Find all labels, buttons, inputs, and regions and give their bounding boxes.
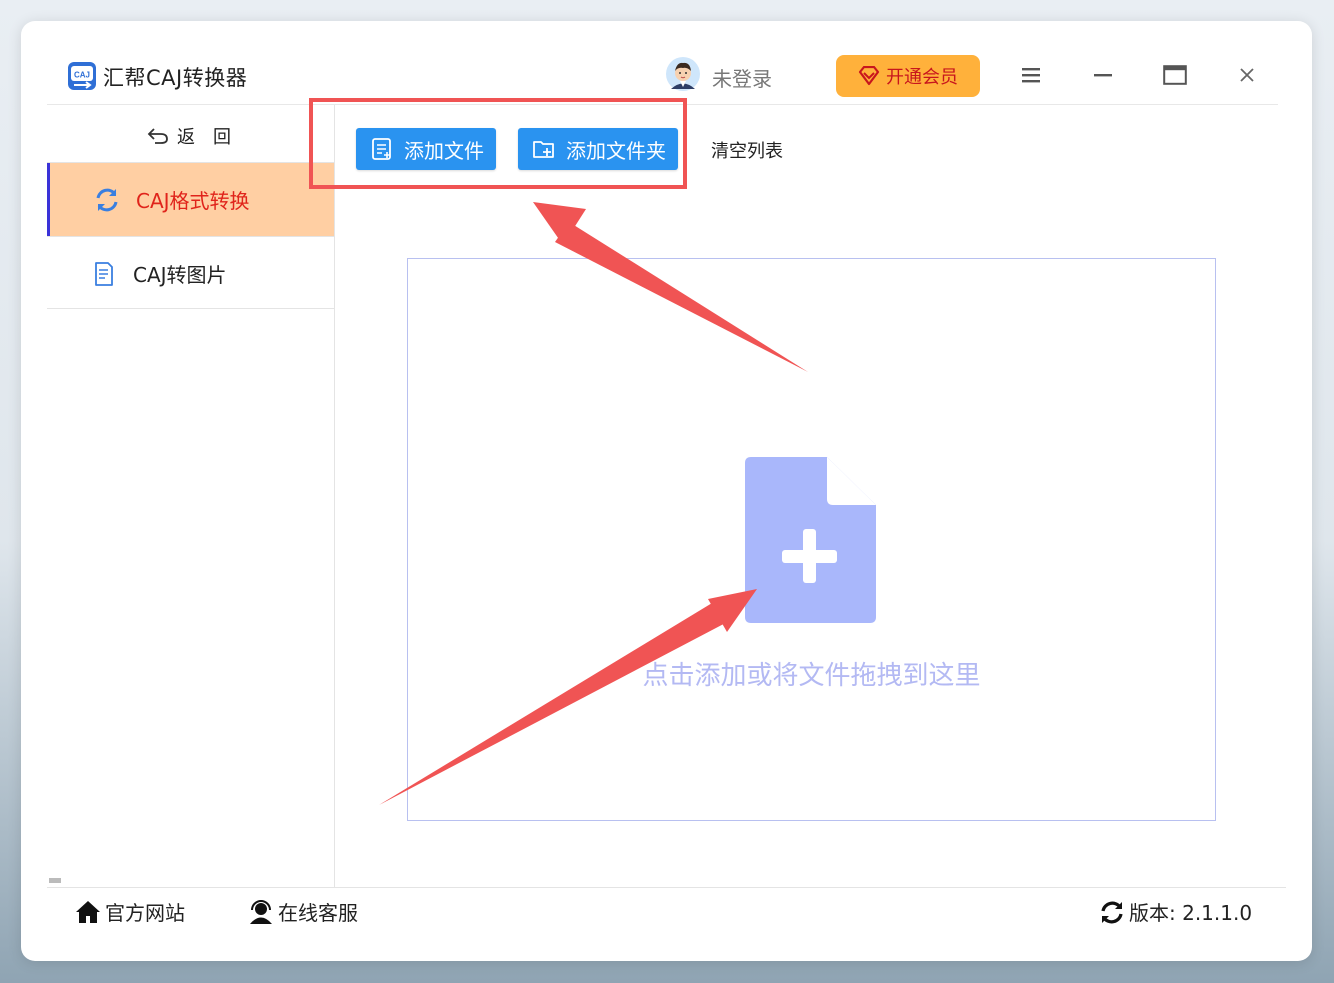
- maximize-button[interactable]: [1157, 57, 1193, 93]
- app-title: 汇帮CAJ转换器: [103, 66, 248, 90]
- hamburger-icon: [1022, 68, 1040, 83]
- menu-button[interactable]: [1013, 57, 1049, 93]
- document-icon: [95, 261, 113, 286]
- close-button[interactable]: [1229, 57, 1265, 93]
- close-icon: [1240, 68, 1254, 82]
- maximize-icon: [1163, 65, 1187, 85]
- version-label: 版本: 2.1.1.0: [1129, 901, 1253, 925]
- version-info[interactable]: 版本: 2.1.1.0: [1099, 897, 1252, 926]
- login-status[interactable]: 未登录: [712, 63, 772, 92]
- official-website-label: 官方网站: [105, 901, 185, 925]
- refresh-icon: [96, 188, 118, 211]
- vip-label: 开通会员: [886, 67, 958, 88]
- home-icon: [76, 900, 100, 923]
- sidebar-item-label: CAJ格式转换: [136, 189, 250, 213]
- headset-icon: [250, 899, 272, 924]
- sidebar: 返 回 CAJ格式转换 CAJ转图片: [47, 105, 335, 888]
- svg-text:CAJ: CAJ: [74, 71, 90, 80]
- app-logo-icon: CAJ: [68, 62, 96, 90]
- clear-list-button[interactable]: 清空列表: [711, 137, 783, 163]
- diamond-icon: [858, 66, 880, 86]
- add-file-icon[interactable]: [745, 457, 876, 623]
- official-website-link[interactable]: 官方网站: [75, 897, 185, 926]
- minimize-icon: [1094, 74, 1112, 77]
- online-support-link[interactable]: 在线客服: [248, 897, 358, 926]
- drop-hint-text: 点击添加或将文件拖拽到这里: [642, 661, 981, 691]
- annotation-highlight-box: [309, 98, 687, 189]
- refresh-icon: [1101, 901, 1123, 923]
- sidebar-item-caj-format-convert[interactable]: CAJ格式转换: [47, 163, 334, 236]
- app-window: CAJ 汇帮CAJ转换器 未登录 开通会员 返 回 CAJ格式转换 CAJ转图片…: [21, 21, 1312, 961]
- back-label: 返 回: [177, 127, 231, 148]
- online-support-label: 在线客服: [278, 901, 358, 925]
- minimize-button[interactable]: [1085, 57, 1121, 93]
- back-arrow-icon: [147, 128, 168, 144]
- sidebar-divider: [47, 308, 334, 309]
- scrollbar-handle[interactable]: [49, 878, 61, 883]
- sidebar-item-label: CAJ转图片: [133, 263, 227, 287]
- sidebar-item-caj-to-image[interactable]: CAJ转图片: [47, 237, 334, 310]
- back-button[interactable]: 返 回: [147, 123, 231, 149]
- vip-button[interactable]: 开通会员: [836, 55, 980, 97]
- user-avatar-icon[interactable]: [665, 56, 701, 92]
- footer-divider: [47, 887, 1286, 888]
